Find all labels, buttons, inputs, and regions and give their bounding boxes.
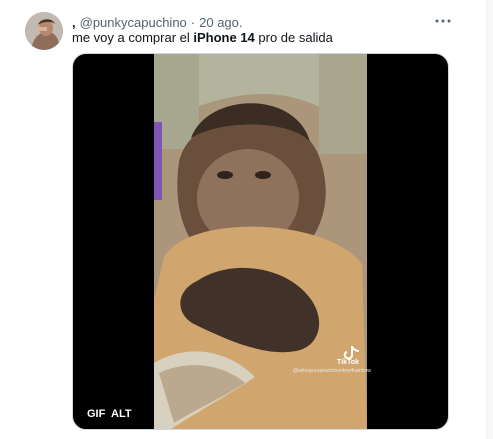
- separator-dot: ·: [190, 14, 196, 30]
- tiktok-watermark-brand: TikTok: [337, 359, 359, 366]
- user-avatar[interactable]: [25, 12, 63, 50]
- tweet-header: , @punkycapuchino · 20 ago.: [72, 13, 243, 31]
- more-options-icon[interactable]: [432, 10, 454, 32]
- scrollbar-track[interactable]: [486, 0, 493, 439]
- user-handle[interactable]: @punkycapuchino: [80, 15, 187, 30]
- tweet-card[interactable]: , @punkycapuchino · 20 ago. me voy a com…: [0, 0, 486, 439]
- tweet-date[interactable]: 20 ago.: [199, 15, 242, 30]
- tiktok-watermark-user: @whosyourpeachmonkey4rainbow: [293, 368, 371, 374]
- gif-media[interactable]: TikTok @whosyourpeachmonkey4rainbow GIF …: [72, 53, 449, 430]
- tweet-text-after: pro de salida: [254, 30, 333, 45]
- display-name[interactable]: ,: [72, 15, 76, 30]
- tweet-text-bold: iPhone 14: [193, 30, 255, 45]
- alt-text-badge[interactable]: ALT: [105, 405, 138, 423]
- tweet-text-before: me voy a comprar el: [72, 30, 194, 45]
- tweet-text: me voy a comprar el iPhone 14 pro de sal…: [72, 30, 333, 46]
